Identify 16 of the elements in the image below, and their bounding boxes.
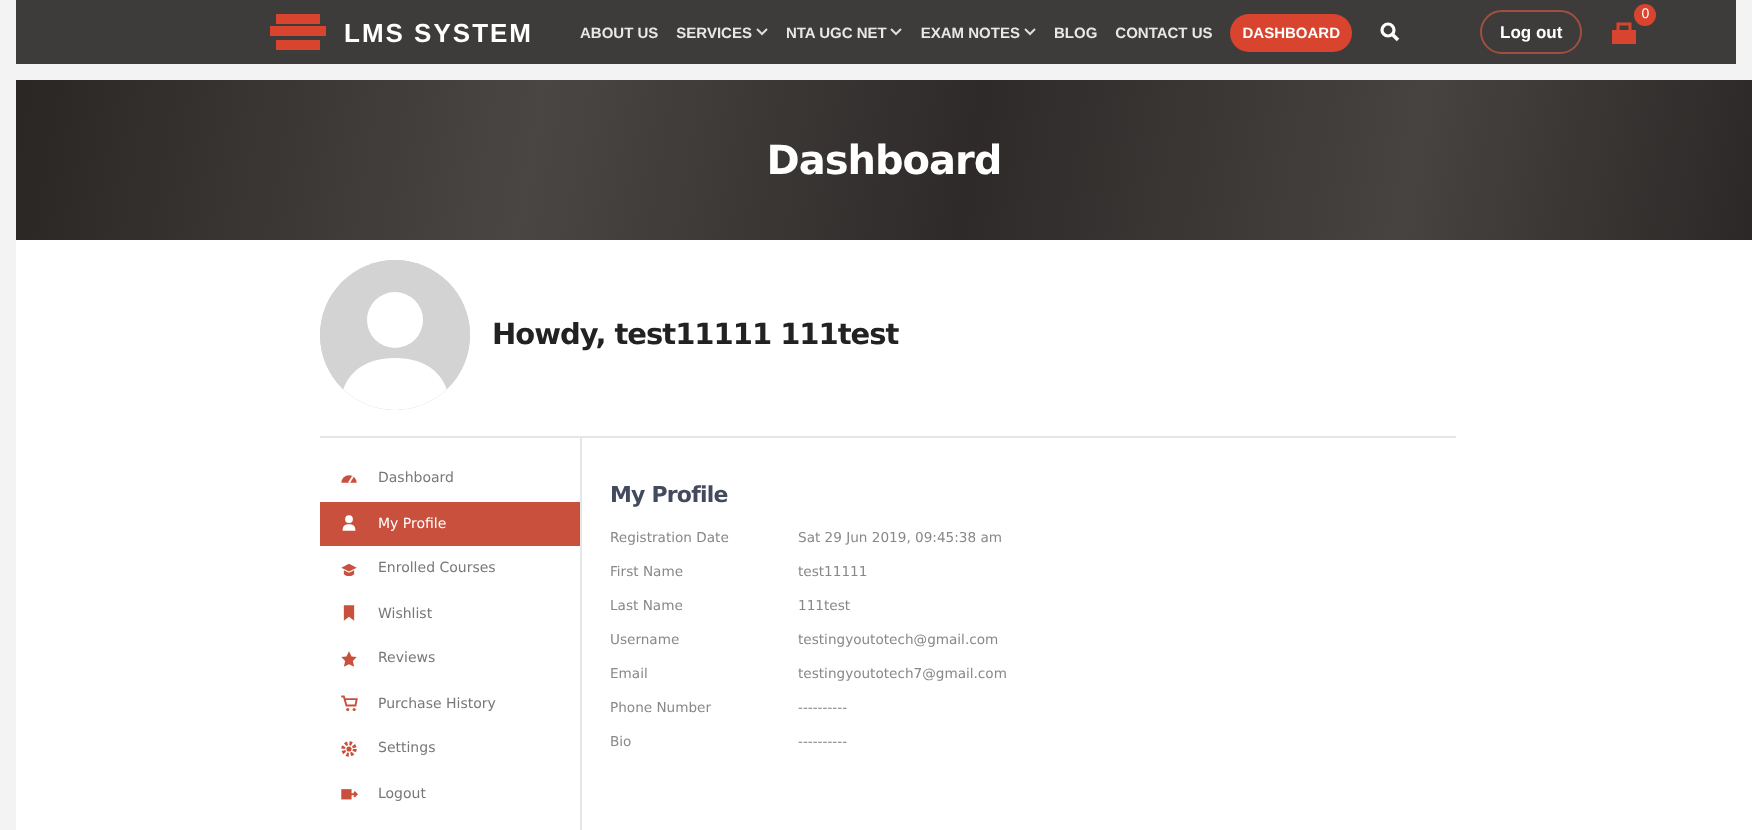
greeting-heading: Howdy, test11111 111test [492, 319, 899, 351]
search-icon[interactable] [1380, 22, 1401, 42]
logout-icon [340, 784, 358, 803]
settings-icon [340, 739, 358, 758]
graduation-cap-icon [340, 559, 358, 578]
bookmark-icon [340, 604, 358, 623]
brand-name[interactable]: LMS SYSTEM [344, 17, 534, 47]
basket-icon[interactable] [1610, 18, 1639, 46]
star-icon [340, 649, 358, 668]
user-icon [340, 514, 358, 533]
logout-button[interactable]: Log out [1480, 10, 1583, 54]
page-title: Dashboard [766, 136, 1002, 184]
logo-icon [268, 12, 328, 52]
cart-icon [340, 694, 358, 713]
gauge-icon [340, 469, 358, 488]
section-heading: My Profile [610, 482, 730, 508]
